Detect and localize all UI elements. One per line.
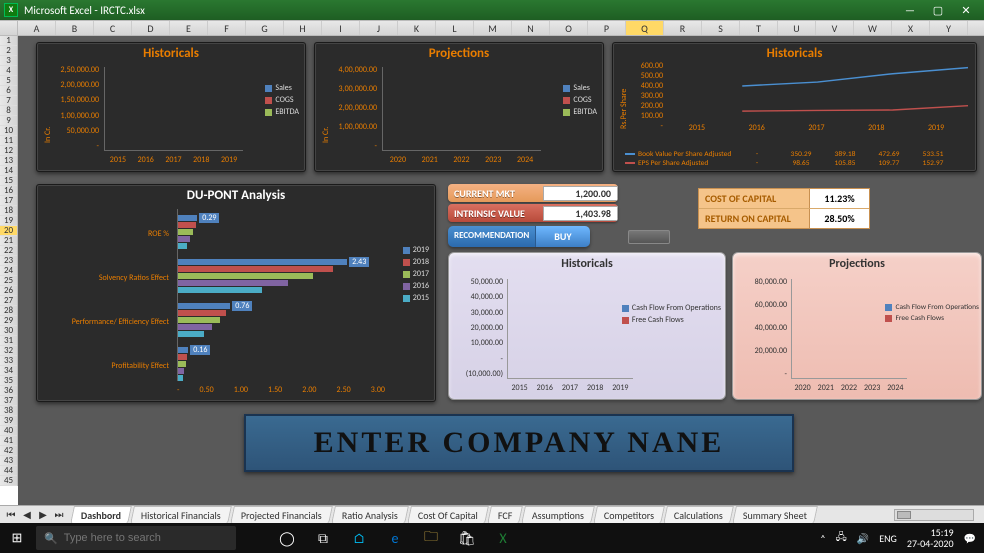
sheet-tab[interactable]: Dashbord — [70, 506, 132, 524]
cortana-icon[interactable]: ◯ — [276, 527, 298, 549]
row-header[interactable]: 45 — [0, 476, 17, 486]
sheet-tab[interactable]: Projected Financials — [230, 506, 333, 524]
sheet-tab[interactable]: Calculations — [663, 506, 734, 524]
buy-button[interactable]: BUY — [535, 226, 589, 247]
sheet-tab[interactable]: FCF — [487, 506, 523, 524]
column-header[interactable]: R — [664, 21, 702, 35]
chart-cashflow-historicals: Historicals 50,000.0040,000.0030,000.002… — [448, 252, 726, 400]
tray-lang[interactable]: ENG — [879, 532, 897, 545]
column-header[interactable]: Y — [930, 21, 968, 35]
column-header[interactable]: S — [702, 21, 740, 35]
tray-clock[interactable]: 15:19 27-04-2020 — [907, 527, 954, 549]
column-header[interactable]: B — [56, 21, 94, 35]
unknown-small-button[interactable] — [628, 230, 670, 244]
sheet-tab[interactable]: Summary Sheet — [732, 506, 818, 524]
worksheet-canvas[interactable]: Historicals In Cr. 2,50,000.002,00,000.0… — [18, 36, 984, 505]
column-header[interactable]: D — [132, 21, 170, 35]
column-header[interactable]: H — [284, 21, 322, 35]
column-header[interactable]: A — [18, 21, 56, 35]
tray-chevron-icon[interactable]: ˄ — [820, 532, 825, 545]
valuation-intrinsic: INTRINSIC VALUE 1,403.98 — [448, 204, 618, 222]
column-header[interactable]: X — [892, 21, 930, 35]
sheet-tab[interactable]: Ratio Analysis — [331, 506, 409, 524]
column-header[interactable]: P — [588, 21, 626, 35]
sheet-tab[interactable]: Assumptions — [521, 506, 595, 524]
excel-icon: X — [4, 3, 18, 17]
horizontal-scrollbar[interactable] — [894, 509, 974, 521]
chart-title: Projections — [315, 43, 603, 64]
minimize-button[interactable]: — — [896, 4, 924, 17]
column-header[interactable]: V — [816, 21, 854, 35]
column-header[interactable]: L — [436, 21, 474, 35]
valuation-current-mkt: CURRENT MKT 1,200.00 — [448, 184, 618, 202]
chart-cashflow-projections: Projections 80,000.0060,000.0040,000.002… — [732, 252, 982, 400]
edge-icon[interactable]: e — [384, 527, 406, 549]
chart-historicals-revenue: Historicals In Cr. 2,50,000.002,00,000.0… — [36, 42, 306, 172]
row-headers[interactable]: 1234567891011121314151617181920212223242… — [0, 36, 18, 486]
tab-nav-first[interactable]: ⏮ — [4, 508, 18, 521]
app-icon[interactable]: ⌂ — [348, 527, 370, 549]
column-header[interactable]: M — [474, 21, 512, 35]
store-icon[interactable]: 🛍 — [456, 527, 478, 549]
column-header[interactable]: J — [360, 21, 398, 35]
tray-network-icon[interactable]: 🖧 — [836, 530, 847, 547]
excel-taskbar-icon[interactable]: X — [492, 527, 514, 549]
chart-historicals-pershare: Historicals Rs.Per Share 600.00500.00400… — [612, 42, 977, 172]
column-header[interactable]: G — [246, 21, 284, 35]
sheet-tab[interactable]: Historical Financials — [130, 506, 232, 524]
column-header[interactable]: Q — [626, 21, 664, 35]
column-header[interactable]: I — [322, 21, 360, 35]
tab-nav-last[interactable]: ⏭ — [52, 508, 66, 521]
column-header[interactable]: E — [170, 21, 208, 35]
start-button[interactable]: ⊞ — [0, 531, 34, 546]
explorer-icon[interactable]: 🗀 — [420, 527, 442, 549]
chart-title: Historicals — [37, 43, 305, 64]
column-header[interactable]: C — [94, 21, 132, 35]
chart-title: DU-PONT Analysis — [37, 185, 435, 206]
column-headers[interactable]: ABCDEFGHIJKLMNOPQRSTUVWXY — [0, 20, 984, 36]
search-icon: 🔍 — [44, 532, 58, 545]
recommendation-box: RECOMMENDATION BUY — [448, 226, 590, 247]
sheet-tab[interactable]: Competitors — [593, 506, 665, 524]
taskbar-search[interactable]: 🔍 — [36, 526, 236, 550]
column-header[interactable]: N — [512, 21, 550, 35]
chart-projections-revenue: Projections In Cr. 4,00,000.003,00,000.0… — [314, 42, 604, 172]
search-input[interactable] — [64, 532, 228, 544]
column-header[interactable]: T — [740, 21, 778, 35]
column-header[interactable]: W — [854, 21, 892, 35]
title-bar: X Microsoft Excel - IRCTC.xlsx — ▢ ✕ — [0, 0, 984, 20]
sheet-tab-bar: ⏮ ◀ ▶ ⏭ DashbordHistorical FinancialsPro… — [0, 505, 984, 523]
tray-volume-icon[interactable]: 🔊 — [857, 532, 869, 545]
tray-notifications-icon[interactable]: 💬 — [964, 532, 976, 545]
column-header[interactable]: F — [208, 21, 246, 35]
column-header[interactable]: U — [778, 21, 816, 35]
column-header[interactable]: O — [550, 21, 588, 35]
window-title: Microsoft Excel - IRCTC.xlsx — [24, 4, 896, 17]
task-view-icon[interactable]: ⧉ — [312, 527, 334, 549]
tab-nav-next[interactable]: ▶ — [36, 508, 50, 521]
restore-button[interactable]: ▢ — [924, 4, 952, 17]
tab-nav-prev[interactable]: ◀ — [20, 508, 34, 521]
capital-box: COST OF CAPITAL11.23% RETURN ON CAPITAL2… — [698, 188, 870, 229]
company-name-banner[interactable]: ENTER COMPANY NANE — [244, 414, 794, 472]
chart-dupont: DU-PONT Analysis ROE %0.29Solvency Ratio… — [36, 184, 436, 402]
close-button[interactable]: ✕ — [952, 4, 980, 17]
column-header[interactable]: K — [398, 21, 436, 35]
sheet-tab[interactable]: Cost Of Capital — [407, 506, 489, 524]
windows-taskbar: ⊞ 🔍 ◯ ⧉ ⌂ e 🗀 🛍 X ˄ 🖧 🔊 ENG 15:19 27-04-… — [0, 523, 984, 553]
